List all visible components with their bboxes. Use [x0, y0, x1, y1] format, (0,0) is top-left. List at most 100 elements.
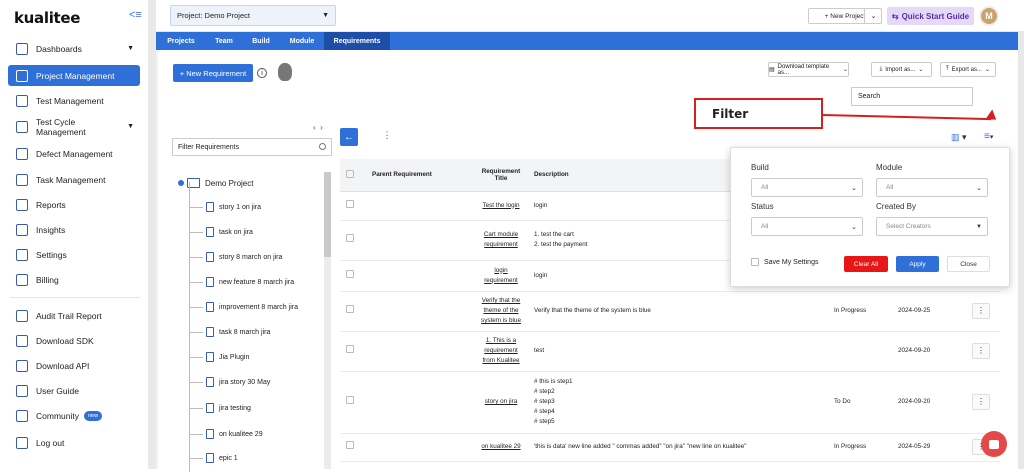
status-label: Status	[751, 202, 774, 211]
row-checkbox[interactable]	[346, 441, 354, 449]
page-scrollbar[interactable]	[1018, 32, 1024, 469]
sidebar-item-user-guide[interactable]: User Guide	[8, 380, 140, 401]
sidebar-item-download-api[interactable]: Download API	[8, 355, 140, 376]
tree-pager[interactable]: ‹ ›	[313, 123, 323, 132]
expand-dot-icon[interactable]	[178, 180, 184, 186]
date-cell: 2024-09-20	[892, 371, 966, 434]
sidebar-item-billing[interactable]: Billing	[8, 269, 140, 290]
sidebar-item-project-management[interactable]: Project Management	[8, 65, 140, 86]
tree-item[interactable]: task on jira	[190, 225, 253, 239]
requirement-title-link[interactable]: login requirement	[474, 260, 528, 292]
build-select[interactable]: All ⌄	[751, 178, 863, 197]
tree-item[interactable]: jira story 30 May	[190, 375, 270, 389]
save-settings-option[interactable]: Save My Settings	[751, 258, 818, 266]
module-select[interactable]: All ⌄	[876, 178, 988, 197]
tree-item[interactable]: Jia Plugin	[190, 350, 249, 364]
owl-icon[interactable]	[278, 63, 292, 81]
sidebar-item-download-sdk[interactable]: Download SDK	[8, 330, 140, 351]
dashboard-icon	[16, 42, 28, 55]
search-input[interactable]: Search	[851, 87, 973, 106]
kualitee-logo[interactable]: kualitee	[14, 9, 80, 27]
column-toggle-icon[interactable]: ▥ ▾	[951, 132, 967, 143]
import-icon: ⤓	[879, 66, 883, 72]
row-checkbox[interactable]	[346, 269, 354, 278]
requirement-icon	[206, 352, 214, 362]
sidebar-item-audit-trail[interactable]: Audit Trail Report	[8, 305, 140, 326]
sidebar-item-settings[interactable]: Settings	[8, 244, 140, 265]
chevron-down-icon: ▼	[322, 12, 329, 19]
requirement-title-link[interactable]: on kualitee 29	[474, 433, 528, 462]
sidebar-item-test-management[interactable]: Test Management	[8, 90, 140, 111]
row-checkbox[interactable]	[346, 345, 354, 353]
row-checkbox[interactable]	[346, 396, 354, 404]
collapse-sidebar-icon[interactable]: <≡	[129, 9, 142, 21]
tab-module[interactable]: Module	[281, 32, 323, 50]
requirement-title-link[interactable]: Test the login	[474, 191, 528, 221]
apply-button[interactable]: Apply	[896, 256, 939, 272]
close-button[interactable]: Close	[947, 256, 990, 272]
tab-build[interactable]: Build	[246, 32, 276, 50]
table-row[interactable]: Verify that the theme of the system is b…	[340, 291, 1000, 332]
tab-projects[interactable]: Projects	[160, 32, 202, 50]
row-actions-button[interactable]: ⋮	[972, 394, 990, 410]
filter-requirements-input[interactable]: Filter Requirements	[172, 138, 332, 156]
tree-item[interactable]: new feature 8 march jira	[190, 275, 294, 289]
tab-team[interactable]: Team	[207, 32, 241, 50]
filter-annotation-label: Filter	[694, 98, 823, 129]
project-select[interactable]: Project: Demo Project ▼	[170, 5, 336, 26]
tree-item[interactable]: story 1 on jira	[190, 200, 261, 214]
tree-item[interactable]: jira testing	[190, 401, 251, 415]
download-template-button[interactable]: ▤ Download template as... ⌄	[768, 62, 849, 77]
sidebar-item-test-cycle-management[interactable]: Test Cycle Management ▼	[8, 116, 140, 137]
import-button[interactable]: ⤓ Import as... ⌄	[871, 62, 932, 77]
export-button[interactable]: ⤒ Export as... ⌄	[940, 62, 996, 77]
tree-item[interactable]: improvement 8 march jira	[190, 300, 298, 314]
sidebar-item-dashboards[interactable]: Dashboards ▼	[8, 38, 140, 59]
chat-button[interactable]	[981, 431, 1007, 457]
more-options-icon[interactable]: ⋮	[380, 130, 394, 141]
requirement-title-link[interactable]: 1. This is a requirement from Kualitee	[474, 331, 528, 372]
requirement-title-link[interactable]: Verify that the theme of the system is b…	[474, 291, 528, 332]
tab-requirements[interactable]: Requirements	[324, 32, 390, 50]
tree-item[interactable]: task 8 march jira	[190, 325, 270, 339]
back-arrow-button[interactable]: ←	[340, 128, 358, 146]
table-row[interactable]: story on jira # this is step1 # step2 # st…	[340, 371, 1000, 434]
filter-icon[interactable]: ≡▾	[984, 131, 993, 142]
table-row[interactable]: 1. This is a requirement from Kualitee t…	[340, 331, 1000, 372]
requirement-title-link[interactable]: story on jira	[474, 371, 528, 434]
date-cell: 2024-05-29	[892, 433, 966, 462]
chevron-right-icon[interactable]: ›	[320, 123, 323, 132]
chevron-left-icon[interactable]: ‹	[313, 123, 316, 132]
info-icon[interactable]: i	[257, 68, 267, 78]
avatar[interactable]: M	[979, 6, 999, 26]
new-requirement-button[interactable]: + New Requirement	[173, 64, 253, 82]
sidebar-item-community[interactable]: Community new	[8, 405, 140, 426]
new-project-dropdown-icon[interactable]: ⌄	[864, 8, 882, 24]
quick-start-guide-button[interactable]: ⇆ Quick Start Guide	[887, 7, 974, 25]
row-checkbox[interactable]	[346, 199, 354, 208]
tree-item[interactable]: story 8 march on jira	[190, 250, 282, 264]
requirement-icon	[206, 202, 214, 212]
sidebar-scrollbar[interactable]	[148, 0, 156, 469]
sidebar-item-logout[interactable]: Log out	[8, 432, 140, 453]
row-checkbox[interactable]	[346, 234, 354, 242]
table-row[interactable]: on kualitee 29 'this is data' new line a…	[340, 433, 1000, 462]
status-cell: In Progress	[828, 291, 892, 332]
row-checkbox[interactable]	[346, 305, 354, 313]
requirement-title-link[interactable]: Cart module requirement	[474, 220, 528, 261]
sidebar-item-reports[interactable]: Reports	[8, 194, 140, 215]
row-actions-button[interactable]: ⋮	[972, 343, 990, 359]
status-select[interactable]: All ⌄	[751, 217, 863, 236]
tree-item[interactable]: epic 1	[190, 451, 238, 465]
created-by-select[interactable]: Select Creators ▼	[876, 217, 988, 236]
sidebar-item-insights[interactable]: Insights	[8, 219, 140, 240]
clear-all-button[interactable]: Clear All	[844, 256, 888, 272]
row-actions-button[interactable]: ⋮	[972, 303, 990, 319]
select-all-checkbox[interactable]	[346, 169, 354, 178]
tree-scrollbar-thumb[interactable]	[324, 172, 331, 257]
tree-item[interactable]: on kualitee 29	[190, 427, 263, 441]
tree-scrollbar[interactable]	[324, 172, 331, 469]
save-settings-checkbox[interactable]	[751, 258, 759, 266]
sidebar-item-task-management[interactable]: Task Management	[8, 169, 140, 190]
sidebar-item-defect-management[interactable]: Defect Management	[8, 143, 140, 164]
